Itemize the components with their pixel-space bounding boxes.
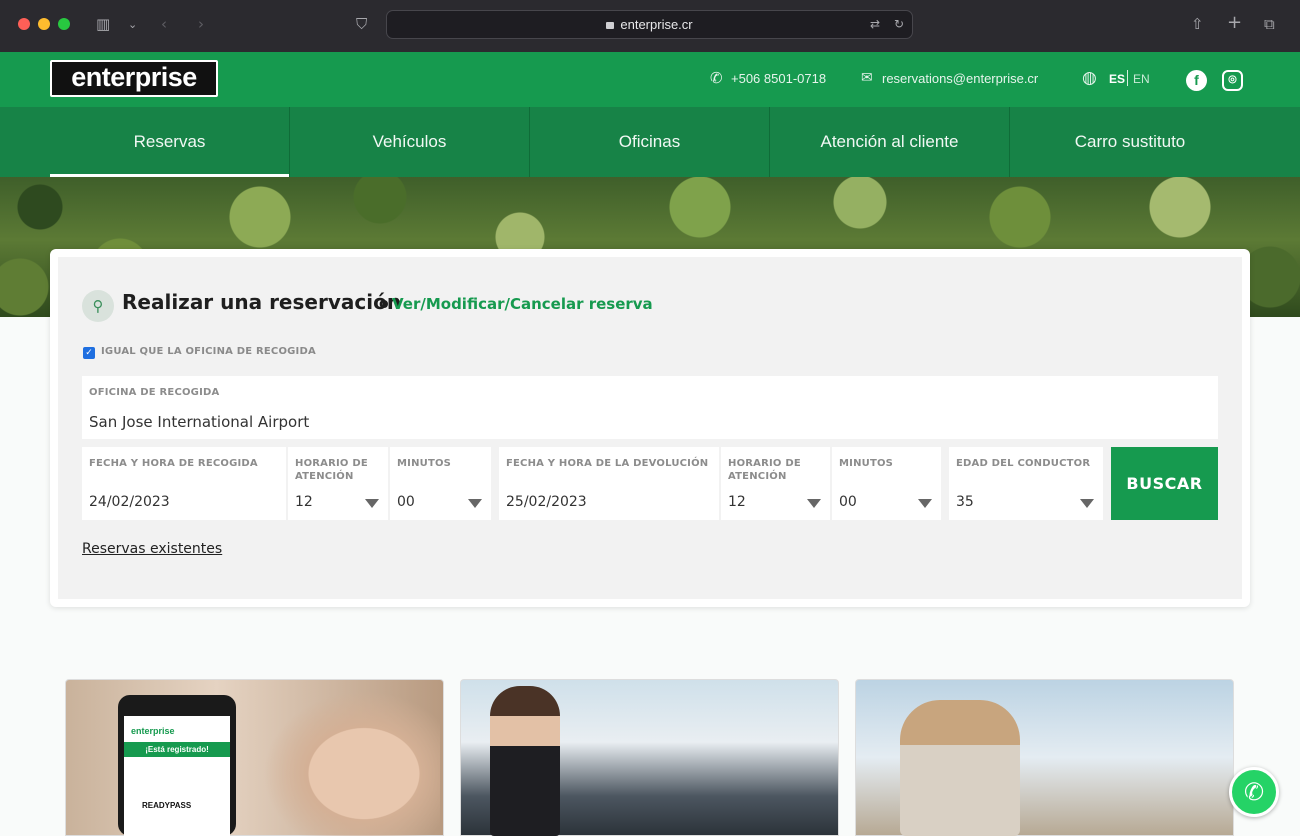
address-bar[interactable]: enterprise.cr ⇄ ↻ <box>386 10 913 39</box>
mail-icon: ✉ <box>861 70 873 86</box>
phone-icon: ✆ <box>710 69 723 87</box>
pickup-minutes-label: MINUTOS <box>397 458 452 469</box>
pickup-date-field[interactable]: FECHA Y HORA DE RECOGIDA 24/02/2023 <box>82 447 286 520</box>
promo-photo-woman <box>250 680 440 836</box>
main-nav: Reservas Vehículos Oficinas Atención al … <box>0 107 1300 177</box>
chevron-down-icon <box>1080 499 1094 508</box>
whatsapp-icon[interactable]: ✆ <box>1229 767 1279 817</box>
chevron-down-icon[interactable]: ⌄ <box>128 18 137 31</box>
driver-age-value: 35 <box>956 494 974 510</box>
pickup-office-label: OFICINA DE RECOGIDA <box>89 387 220 398</box>
sidebar-toggle-icon[interactable]: ▥ <box>96 15 110 33</box>
translate-icon[interactable]: ⇄ <box>870 17 880 31</box>
enterprise-logo[interactable]: enterprise <box>50 60 218 97</box>
pickup-date-value: 24/02/2023 <box>89 494 170 510</box>
manage-reservation-link[interactable]: Ver/Modificar/Cancelar reserva <box>392 295 653 313</box>
chevron-down-icon <box>365 499 379 508</box>
pickup-minutes-value: 00 <box>397 494 415 510</box>
chevron-down-icon <box>918 499 932 508</box>
nav-tab-carro-sustituto[interactable]: Carro sustituto <box>1010 107 1250 177</box>
same-office-checkbox[interactable]: ✓ <box>83 347 95 359</box>
back-icon[interactable]: ‹ <box>161 15 167 33</box>
facebook-icon[interactable]: f <box>1186 70 1207 91</box>
nav-tab-atencion[interactable]: Atención al cliente <box>770 107 1010 177</box>
share-icon[interactable]: ⇧ <box>1191 15 1204 33</box>
privacy-shield-icon[interactable]: ⛉ <box>356 15 367 33</box>
return-date-value: 25/02/2023 <box>506 494 587 510</box>
return-minutes-value: 00 <box>839 494 857 510</box>
return-minutes-select[interactable]: MINUTOS 00 <box>832 447 941 520</box>
close-window-button[interactable] <box>18 18 30 30</box>
new-tab-icon[interactable]: + <box>1227 12 1242 33</box>
pickup-hour-select[interactable]: HORARIO DE ATENCIÓN 12 <box>288 447 388 520</box>
chevron-down-icon <box>468 499 482 508</box>
globe-icon: ◍ <box>1082 68 1097 88</box>
return-hour-value: 12 <box>728 494 746 510</box>
minimize-window-button[interactable] <box>38 18 50 30</box>
pickup-date-label: FECHA Y HORA DE RECOGIDA <box>89 458 258 469</box>
return-date-label: FECHA Y HORA DE LA DEVOLUCIÓN <box>506 458 709 469</box>
promo-photo-agent <box>490 686 560 836</box>
instagram-icon[interactable]: ◎ <box>1222 70 1243 91</box>
phone-logo-text: enterprise <box>131 726 175 736</box>
url-text: enterprise.cr <box>620 17 693 32</box>
phone-banner-text: ¡Está registrado! <box>124 742 230 757</box>
booking-title-or: o <box>379 296 389 312</box>
return-minutes-label: MINUTOS <box>839 458 894 469</box>
same-office-label: IGUAL QUE LA OFICINA DE RECOGIDA <box>101 346 316 357</box>
browser-toolbar: ▥ ⌄ ‹ › ⛉ enterprise.cr ⇄ ↻ ⇧ + ⧉ <box>0 0 1300 52</box>
return-hour-select[interactable]: HORARIO DE ATENCIÓN 12 <box>721 447 830 520</box>
phone-readypass-text: READYPASS <box>142 801 192 810</box>
nav-tab-vehiculos[interactable]: Vehículos <box>290 107 530 177</box>
chevron-down-icon <box>807 499 821 508</box>
pickup-office-field[interactable]: OFICINA DE RECOGIDA San Jose Internation… <box>82 376 1218 439</box>
language-en[interactable]: EN <box>1133 72 1150 86</box>
pickup-minutes-select[interactable]: MINUTOS 00 <box>390 447 491 520</box>
zoom-window-button[interactable] <box>58 18 70 30</box>
promo-photo-driver <box>900 700 1020 836</box>
header-email[interactable]: reservations@enterprise.cr <box>882 71 1038 86</box>
booking-title: Realizar una reservación <box>122 290 402 314</box>
driver-age-label: EDAD DEL CONDUCTOR <box>956 458 1091 469</box>
nav-tab-reservas[interactable]: Reservas <box>50 107 290 177</box>
reload-icon[interactable]: ↻ <box>894 17 904 31</box>
existing-reservations-link[interactable]: Reservas existentes <box>82 541 222 557</box>
return-date-field[interactable]: FECHA Y HORA DE LA DEVOLUCIÓN 25/02/2023 <box>499 447 719 520</box>
search-button[interactable]: BUSCAR <box>1111 447 1218 520</box>
tab-overview-icon[interactable]: ⧉ <box>1264 15 1275 33</box>
language-divider <box>1127 70 1128 86</box>
forward-icon[interactable]: › <box>198 15 204 33</box>
pickup-hour-label: HORARIO DE ATENCIÓN <box>295 458 368 482</box>
pickup-hour-value: 12 <box>295 494 313 510</box>
pickup-office-value: San Jose International Airport <box>89 413 310 431</box>
return-hour-label: HORARIO DE ATENCIÓN <box>728 458 801 482</box>
lock-icon <box>606 22 615 29</box>
search-icon: ⚲ <box>82 290 114 322</box>
nav-tab-oficinas[interactable]: Oficinas <box>530 107 770 177</box>
language-es[interactable]: ES <box>1109 72 1125 86</box>
header-phone[interactable]: +506 8501-0718 <box>731 71 826 86</box>
driver-age-select[interactable]: EDAD DEL CONDUCTOR 35 <box>949 447 1103 520</box>
